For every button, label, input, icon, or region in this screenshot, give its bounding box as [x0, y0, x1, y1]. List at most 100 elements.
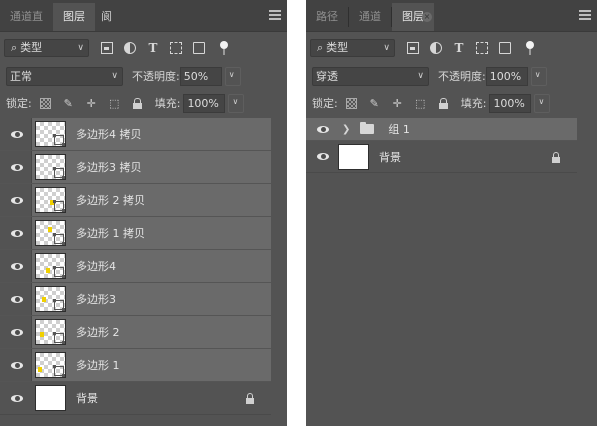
lock-all-icon[interactable] — [438, 97, 449, 109]
close-icon[interactable]: × — [422, 12, 432, 22]
type-filter-icon[interactable]: T — [147, 42, 159, 54]
background-layer-row[interactable]: 背景 — [306, 141, 577, 173]
opacity-dropdown-button[interactable] — [530, 66, 547, 86]
adjustment-filter-icon[interactable] — [430, 42, 442, 54]
tab-layers[interactable]: 图层 — [53, 3, 95, 31]
tab-channels[interactable]: 通道直 — [0, 3, 53, 31]
opacity-dropdown-button[interactable] — [224, 66, 241, 86]
layer-thumbnail — [35, 253, 66, 279]
layer-row[interactable]: 多边形3 拷贝 — [0, 151, 271, 184]
filter-kind-select[interactable]: ⌕ 类型 ∨ — [4, 39, 89, 57]
visibility-eye-icon[interactable] — [306, 140, 338, 173]
background-layer-row[interactable]: 背景 — [0, 382, 271, 415]
blend-mode-select[interactable]: 穿透 ∨ — [312, 66, 429, 86]
group-layer-row[interactable]: ❯ 组 1 — [306, 118, 577, 141]
layer-list: 多边形4 拷贝 多边形3 拷贝 多边形 2 拷贝 多边形 1 拷贝 多边形4 多… — [0, 118, 271, 415]
tab-layers-label: 图层 — [402, 10, 424, 23]
adjustment-filter-icon[interactable] — [124, 42, 136, 54]
visibility-eye-icon[interactable] — [0, 316, 32, 349]
layer-row[interactable]: 多边形 2 拷贝 — [0, 184, 271, 217]
search-icon: ⌕ — [317, 41, 324, 54]
layer-thumbnail — [338, 143, 369, 170]
visibility-eye-icon[interactable] — [0, 151, 32, 184]
shape-layer-icon — [53, 134, 65, 146]
filter-kind-select[interactable]: ⌕ 类型 ∨ — [310, 39, 395, 57]
shape-layer-icon — [53, 266, 65, 278]
visibility-eye-icon[interactable] — [0, 217, 32, 250]
blend-opacity-row: 穿透 ∨ 不透明度: 100% — [312, 66, 593, 86]
layer-row[interactable]: 多边形4 — [0, 250, 271, 283]
shape-filter-icon[interactable] — [170, 42, 182, 54]
layer-list: ❯ 组 1 背景 — [306, 118, 577, 173]
visibility-eye-icon[interactable] — [0, 184, 32, 217]
tab-channels[interactable]: 通道 — [349, 3, 391, 31]
layer-row[interactable]: 多边形 1 拷贝 — [0, 217, 271, 250]
visibility-eye-icon[interactable] — [0, 382, 32, 415]
layer-row[interactable]: 多边形 1 — [0, 349, 271, 382]
shape-layer-icon — [53, 200, 65, 212]
smart-object-filter-icon[interactable] — [499, 42, 511, 54]
fill-dropdown-button[interactable] — [534, 93, 551, 113]
lock-transparent-pixels-icon[interactable] — [345, 97, 357, 109]
pixel-filter-icon[interactable] — [101, 42, 113, 54]
fill-label: 填充: — [154, 97, 181, 110]
filter-icons: T — [101, 41, 228, 55]
visibility-eye-icon[interactable] — [306, 118, 338, 141]
layer-thumbnail — [35, 187, 66, 213]
panel-tab-bar: 路径 通道 图层 × — [306, 0, 597, 32]
blend-opacity-row: 正常 ∨ 不透明度: 50% — [6, 66, 283, 86]
visibility-eye-icon[interactable] — [0, 118, 32, 151]
layer-row[interactable]: 多边形4 拷贝 — [0, 118, 271, 151]
lock-icon — [245, 393, 255, 404]
lock-label: 锁定: — [6, 97, 32, 110]
lock-all-icon[interactable] — [132, 97, 143, 109]
lock-transparent-pixels-icon[interactable] — [39, 97, 51, 109]
layer-filter-row: ⌕ 类型 ∨ T — [310, 39, 593, 57]
filter-toggle-icon[interactable] — [526, 41, 534, 55]
layer-thumbnail — [35, 385, 66, 411]
chevron-down-icon: ∨ — [111, 70, 118, 81]
folder-icon — [360, 122, 375, 134]
opacity-label: 不透明度: — [132, 70, 180, 83]
lock-image-pixels-icon[interactable]: ✎ — [369, 98, 380, 109]
fill-input[interactable]: 100% — [183, 93, 226, 113]
fill-dropdown-button[interactable] — [228, 93, 245, 113]
layer-row[interactable]: 多边形 2 — [0, 316, 271, 349]
filter-icons: T — [407, 41, 534, 55]
opacity-input[interactable]: 100% — [485, 66, 528, 86]
tab-layers[interactable]: 图层 × — [392, 3, 434, 31]
lock-position-icon[interactable]: ✛ — [86, 98, 97, 109]
type-filter-icon[interactable]: T — [453, 42, 465, 54]
filter-toggle-icon[interactable] — [220, 41, 228, 55]
shape-filter-icon[interactable] — [476, 42, 488, 54]
smart-object-filter-icon[interactable] — [193, 42, 205, 54]
tab-history[interactable]: 阆 — [95, 3, 117, 31]
chevron-down-icon: ∨ — [77, 43, 84, 53]
visibility-eye-icon[interactable] — [0, 250, 32, 283]
opacity-input[interactable]: 50% — [179, 66, 222, 86]
layer-list-scrollbar[interactable] — [271, 118, 287, 426]
lock-position-icon[interactable]: ✛ — [392, 98, 403, 109]
shape-layer-icon — [53, 332, 65, 344]
visibility-eye-icon[interactable] — [0, 283, 32, 316]
tab-paths[interactable]: 路径 — [306, 3, 348, 31]
blend-mode-select[interactable]: 正常 ∨ — [6, 66, 123, 86]
pixel-filter-icon[interactable] — [407, 42, 419, 54]
layer-name: 多边形 2 拷贝 — [76, 194, 145, 207]
lock-artboard-icon[interactable]: ⬚ — [109, 98, 120, 109]
visibility-eye-icon[interactable] — [0, 349, 32, 382]
blend-mode-value: 穿透 — [316, 69, 338, 83]
shape-layer-icon — [53, 167, 65, 179]
search-icon: ⌕ — [11, 41, 18, 54]
blend-mode-value: 正常 — [10, 69, 32, 83]
lock-image-pixels-icon[interactable]: ✎ — [63, 98, 74, 109]
layer-name: 多边形4 拷贝 — [76, 128, 142, 141]
layer-row[interactable]: 多边形3 — [0, 283, 271, 316]
chevron-right-icon[interactable]: ❯ — [342, 124, 350, 135]
fill-input[interactable]: 100% — [489, 93, 532, 113]
layer-list-scrollbar[interactable] — [577, 118, 597, 426]
lock-artboard-icon[interactable]: ⬚ — [415, 98, 426, 109]
panel-menu-icon[interactable] — [269, 10, 281, 20]
panel-menu-icon[interactable] — [579, 10, 591, 20]
panel-tab-bar: 通道直 图层 阆 — [0, 0, 287, 32]
